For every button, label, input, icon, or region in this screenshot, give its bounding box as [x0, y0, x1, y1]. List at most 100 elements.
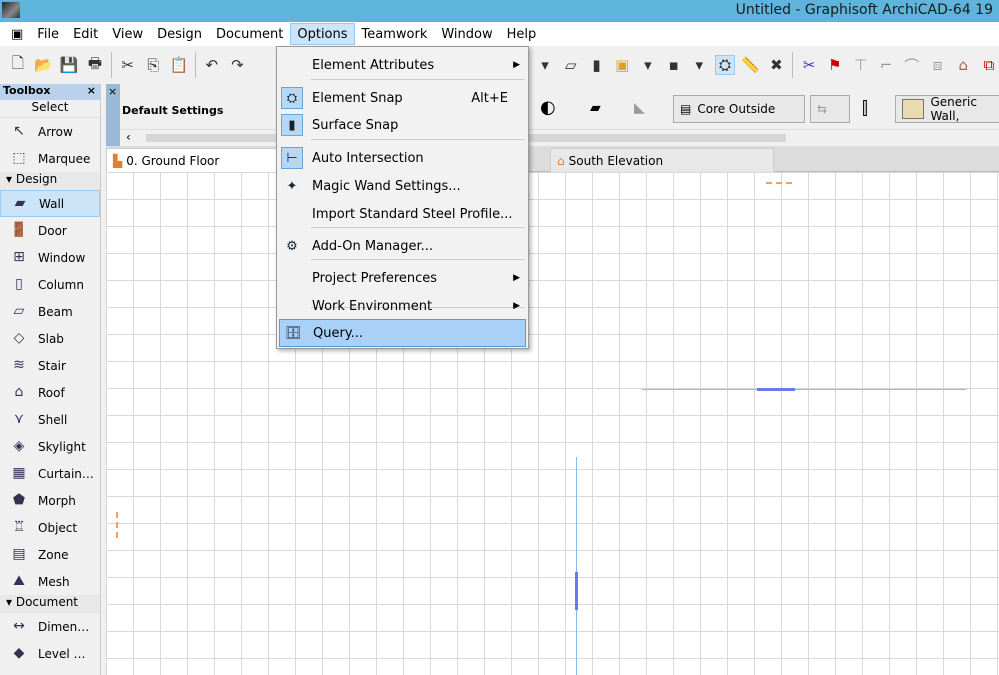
tool-icon: ◇ — [13, 329, 25, 346]
menu-item-element-attributes[interactable]: Element Attributes ▶ — [279, 51, 526, 79]
copy-icon[interactable]: ⎘ — [144, 56, 164, 74]
tool-icon: ▯ — [15, 275, 23, 292]
menu-item-project-preferences[interactable]: Project Preferences ▶ — [279, 264, 526, 292]
layers-icon[interactable]: ▣ — [612, 56, 632, 74]
tool-label: Morph — [38, 493, 76, 508]
tool-roof[interactable]: ⌂ Roof — [0, 379, 100, 406]
offset-icon[interactable]: ⧈ — [928, 56, 948, 74]
paste-icon[interactable]: 📋 — [169, 56, 189, 74]
tool-label: Stair — [38, 358, 66, 373]
tool-marquee[interactable]: ⬚ Marquee — [0, 145, 100, 172]
menu-item-label: Magic Wand Settings... — [312, 178, 461, 194]
menu-item-query[interactable]: 🗄 Query... — [279, 319, 526, 347]
tool-curtain[interactable]: ▦ Curtain… — [0, 460, 100, 487]
menu-teamwork[interactable]: Teamwork — [355, 23, 435, 45]
tool-level[interactable]: ◆ Level … — [0, 640, 100, 667]
tool-beam[interactable]: ▱ Beam — [0, 298, 100, 325]
split-icon[interactable]: ✂ — [799, 56, 819, 74]
tab-south-elevation[interactable]: ⌂ South Elevation — [550, 148, 774, 172]
flip-button[interactable]: ⇆ — [810, 95, 850, 123]
menu-help[interactable]: Help — [500, 23, 544, 45]
tool-door[interactable]: 🚪 Door — [0, 217, 100, 244]
open-icon[interactable]: 📂 — [34, 56, 54, 74]
category-document[interactable]: ▾ Document — [0, 595, 100, 613]
tool-skylight[interactable]: ◈ Skylight — [0, 433, 100, 460]
tool-column[interactable]: ▯ Column — [0, 271, 100, 298]
weight-icon[interactable]: ▪ — [664, 56, 684, 74]
menu-design[interactable]: Design — [150, 23, 209, 45]
new-icon[interactable]: 🗋 — [8, 53, 28, 78]
doc-icon[interactable]: ▣ — [4, 23, 30, 45]
tool-dimen[interactable]: ↔ Dimen… — [0, 613, 100, 640]
menu-file[interactable]: File — [30, 23, 66, 45]
tool-shell[interactable]: ⋎ Shell — [0, 406, 100, 433]
menu-item-import-standard-steel-profile[interactable]: Import Standard Steel Profile... — [279, 200, 526, 228]
window-title: Untitled - Graphisoft ArchiCAD-64 19 — [735, 2, 993, 18]
dropdown-icon[interactable]: ▾ — [689, 56, 709, 74]
slab-view-icon[interactable]: ▱ — [561, 56, 581, 74]
tool-icon: 🚪 — [10, 221, 28, 238]
tool-wall[interactable]: ▰ Wall — [0, 190, 100, 217]
tool-window[interactable]: ⊞ Window — [0, 244, 100, 271]
polygon-wall-icon[interactable]: ◣ — [634, 100, 645, 116]
ruler-icon[interactable]: 📏 — [741, 56, 761, 74]
menu-item-label: Surface Snap — [312, 117, 399, 133]
tool-label: Object — [38, 520, 78, 535]
horizontal-scrollbar[interactable]: ‹ — [122, 130, 999, 146]
adjust-icon[interactable]: ⚑ — [825, 56, 845, 74]
tool-label: Column — [38, 277, 84, 292]
material-swatch-icon — [902, 99, 925, 119]
menu-item-work-environment[interactable]: Work Environment ▶ — [279, 292, 526, 320]
menu-edit[interactable]: Edit — [66, 23, 105, 45]
tool-icon: ♖ — [12, 518, 26, 535]
menu-window[interactable]: Window — [434, 23, 499, 45]
dropdown-icon[interactable]: ▾ — [638, 56, 658, 74]
select-box-icon[interactable]: ⧉ — [979, 56, 999, 74]
core-outside-dropdown[interactable]: ▤ Core Outside — [673, 95, 805, 123]
menu-item-auto-intersection[interactable]: ⊢ Auto Intersection — [279, 144, 526, 172]
tool-mesh[interactable]: ⛰ Mesh — [0, 568, 100, 595]
tool-slab[interactable]: ◇ Slab — [0, 325, 100, 352]
tab-label: South Elevation — [568, 153, 664, 168]
info-box-handle[interactable]: × — [106, 84, 120, 146]
chevron-left-icon[interactable]: ‹ — [126, 130, 131, 144]
tool-object[interactable]: ♖ Object — [0, 514, 100, 541]
roof-trim-icon[interactable]: ⌂ — [953, 56, 973, 74]
menu-document[interactable]: Document — [209, 23, 290, 45]
panel-icon[interactable]: ▮ — [587, 56, 607, 74]
trapezoid-wall-icon[interactable]: ▰ — [590, 100, 601, 116]
elevate-icon[interactable]: ⊤ — [851, 56, 871, 74]
options-menu: Element Attributes ▶ ⛭ Element Snap Alt+E ▮ Su… — [276, 46, 529, 349]
tool-stair[interactable]: ≋ Stair — [0, 352, 100, 379]
tool-arrow[interactable]: ↖ Arrow — [0, 118, 100, 145]
close-icon[interactable]: × — [106, 85, 117, 98]
undo-icon[interactable]: ↶ — [202, 56, 222, 74]
tool-zone[interactable]: ▤ Zone — [0, 541, 100, 568]
select-label: Select — [0, 100, 100, 118]
menu-view[interactable]: View — [105, 23, 150, 45]
fillet-icon[interactable]: ⌒ — [902, 55, 922, 76]
wall-profile-icon[interactable]: ⫿ — [862, 98, 868, 119]
corner-icon[interactable]: ⌐ — [876, 56, 896, 74]
radial-wall-icon[interactable]: ◐ — [540, 97, 556, 118]
tool-label: Level … — [38, 646, 86, 661]
menu-item-element-snap[interactable]: ⛭ Element Snap Alt+E — [279, 84, 526, 112]
save-icon[interactable]: 💾 — [59, 56, 79, 74]
close-icon[interactable]: × — [87, 84, 96, 100]
tab-label: 0. Ground Floor — [126, 153, 220, 168]
menu-item-surface-snap[interactable]: ▮ Surface Snap — [279, 111, 526, 139]
tool-morph[interactable]: ⬟ Morph — [0, 487, 100, 514]
redo-icon[interactable]: ↷ — [228, 56, 248, 74]
cut-icon[interactable]: ✂ — [118, 56, 138, 74]
category-design[interactable]: ▾ Design — [0, 172, 100, 190]
element-snap-icon[interactable]: ⛭ — [715, 55, 735, 75]
menu-options[interactable]: Options — [290, 23, 355, 45]
menu-item-add-on-manager[interactable]: ⚙ Add-On Manager... — [279, 232, 526, 260]
close-x-icon[interactable]: ✖ — [767, 56, 787, 74]
dropdown-icon[interactable]: ▾ — [535, 56, 555, 74]
material-dropdown[interactable]: Generic Wall, — [895, 95, 999, 123]
print-icon[interactable]: 🖶 — [85, 53, 105, 78]
tool-icon: ⋎ — [13, 410, 25, 427]
menu-item-magic-wand-settings[interactable]: ✦ Magic Wand Settings... — [279, 172, 526, 200]
drawing-canvas[interactable] — [106, 172, 999, 675]
